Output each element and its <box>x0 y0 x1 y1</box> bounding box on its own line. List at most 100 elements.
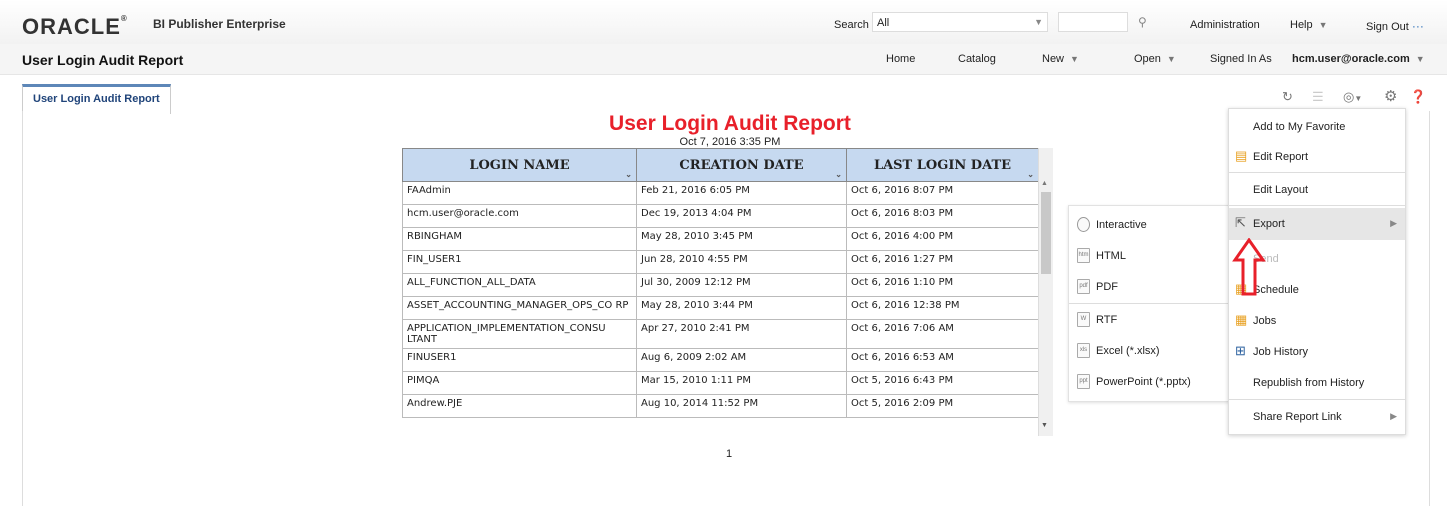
search-scope-select[interactable]: All ▼ <box>872 12 1048 32</box>
menu-item-jobs[interactable]: ▦ Jobs <box>1229 305 1405 335</box>
menu-item-export[interactable]: ⇱ Export ▶ <box>1229 208 1405 240</box>
table-cell: ASSET_ACCOUNTING_MANAGER_OPS_CO RP <box>402 296 637 320</box>
open-label: Open <box>1134 53 1161 65</box>
open-menu[interactable]: Open ▼ <box>1134 53 1176 65</box>
sort-icon[interactable]: ⌄ <box>1027 169 1034 179</box>
menu-item-share-link[interactable]: Share Report Link ▶ <box>1229 401 1405 431</box>
new-label: New <box>1042 53 1065 65</box>
column-header[interactable]: LOGIN NAME ⌄ <box>402 148 637 182</box>
menu-item-edit-report[interactable]: ▤ Edit Report <box>1229 141 1405 171</box>
column-header[interactable]: CREATION DATE ⌄ <box>636 148 847 182</box>
table-cell: Andrew.PJE <box>402 394 637 418</box>
export-powerpoint-label: PowerPoint (*.pptx) <box>1096 376 1191 388</box>
table-row: FAAdmin Feb 21, 2016 6:05 PM Oct 6, 2016 8… <box>402 181 1039 205</box>
oracle-logo[interactable]: ORACLE® <box>22 14 128 40</box>
export-excel-label: Excel (*.xlsx) <box>1096 345 1160 357</box>
export-powerpoint[interactable]: ppt PowerPoint (*.pptx) <box>1069 371 1229 395</box>
sort-icon[interactable]: ⌄ <box>625 169 632 179</box>
user-menu[interactable]: hcm.user@oracle.com ▼ <box>1292 53 1425 65</box>
table-cell: Oct 6, 2016 1:10 PM <box>846 273 1039 297</box>
powerpoint-file-icon: ppt <box>1077 374 1090 389</box>
view-report-icon[interactable]: ◎▼ <box>1343 89 1362 105</box>
submenu-arrow-icon: ▶ <box>1390 218 1397 228</box>
administration-link[interactable]: Administration <box>1190 19 1260 31</box>
refresh-icon[interactable]: ↻ <box>1282 89 1293 105</box>
help-icon[interactable]: ❓ <box>1410 89 1426 105</box>
chevron-down-icon: ▼ <box>1034 17 1043 27</box>
export-html[interactable]: htm HTML <box>1069 245 1229 269</box>
search-icon[interactable]: ⚲ <box>1138 15 1147 29</box>
table-cell: FIN_USER1 <box>402 250 637 274</box>
parameters-icon[interactable]: ☰ <box>1312 89 1324 105</box>
signed-in-label: Signed In As <box>1210 53 1272 65</box>
sub-header: User Login Audit Report Home Catalog New… <box>0 44 1447 75</box>
help-label: Help <box>1290 19 1313 31</box>
scroll-up-icon[interactable]: ▲ <box>1041 180 1048 187</box>
menu-item-label: Add to My Favorite <box>1253 121 1346 133</box>
html-file-icon: htm <box>1077 248 1090 263</box>
sort-icon[interactable]: ⌄ <box>835 169 842 179</box>
table-cell: Dec 19, 2013 4:04 PM <box>636 204 847 228</box>
table-scrollbar[interactable]: ▲ ▼ <box>1038 148 1053 436</box>
menu-item-add-favorite[interactable]: Add to My Favorite <box>1229 111 1405 141</box>
table-cell: hcm.user@oracle.com <box>402 204 637 228</box>
report-table: LOGIN NAME ⌄ CREATION DATE ⌄ LAST LOGIN DA… <box>402 148 1039 418</box>
gear-icon[interactable]: ⚙ <box>1384 87 1397 105</box>
menu-item-edit-layout[interactable]: Edit Layout <box>1229 174 1405 204</box>
search-input[interactable] <box>1058 12 1128 32</box>
tab-user-login-audit-report[interactable]: User Login Audit Report <box>22 84 171 114</box>
export-rtf[interactable]: W RTF <box>1069 309 1229 333</box>
table-row: APPLICATION_IMPLEMENTATION_CONSU LTANT Ap… <box>402 319 1039 349</box>
table-cell: Oct 5, 2016 6:43 PM <box>846 371 1039 395</box>
page-number[interactable]: 1 <box>726 448 732 460</box>
column-header-label: LAST LOGIN DATE <box>873 157 1012 173</box>
product-name: BI Publisher Enterprise <box>153 17 286 31</box>
table-cell: Jun 28, 2010 4:55 PM <box>636 250 847 274</box>
table-header-row: LOGIN NAME ⌄ CREATION DATE ⌄ LAST LOGIN DA… <box>402 148 1039 182</box>
annotation-arrow-icon <box>1232 238 1266 296</box>
table-cell: FINUSER1 <box>402 348 637 372</box>
menu-item-republish[interactable]: Republish from History <box>1229 367 1405 397</box>
table-row: PIMQA Mar 15, 2010 1:11 PM Oct 5, 2016 6:4… <box>402 371 1039 395</box>
export-pdf[interactable]: pdf PDF <box>1069 276 1229 300</box>
table-cell: Feb 21, 2016 6:05 PM <box>636 181 847 205</box>
search-label: Search <box>834 19 869 31</box>
chevron-down-icon: ▼ <box>1415 54 1425 64</box>
report-title: User Login Audit Report <box>609 112 851 135</box>
more-icon[interactable]: ··· <box>1412 19 1424 33</box>
catalog-link[interactable]: Catalog <box>958 53 996 65</box>
table-cell: Oct 5, 2016 2:09 PM <box>846 394 1039 418</box>
column-header[interactable]: LAST LOGIN DATE ⌄ <box>846 148 1039 182</box>
table-row: RBINGHAM May 28, 2010 3:45 PM Oct 6, 2016 … <box>402 227 1039 251</box>
chevron-down-icon: ▼ <box>1166 54 1176 64</box>
table-cell: May 28, 2010 3:44 PM <box>636 296 847 320</box>
sign-out-link[interactable]: Sign Out ··· <box>1366 19 1424 33</box>
column-header-label: LOGIN NAME <box>469 157 570 173</box>
arrow-outline <box>1232 238 1266 296</box>
home-link[interactable]: Home <box>886 53 915 65</box>
menu-item-label: Edit Layout <box>1253 184 1309 196</box>
table-row: hcm.user@oracle.com Dec 19, 2013 4:04 PM O… <box>402 204 1039 228</box>
export-pdf-label: PDF <box>1096 281 1118 293</box>
export-excel[interactable]: xls Excel (*.xlsx) <box>1069 340 1229 364</box>
export-icon: ⇱ <box>1235 215 1246 230</box>
help-menu[interactable]: Help ▼ <box>1290 19 1328 31</box>
interactive-icon <box>1077 217 1090 232</box>
menu-item-label: Edit Report <box>1253 151 1309 163</box>
pdf-file-icon: pdf <box>1077 279 1090 294</box>
menu-item-job-history[interactable]: ⊞ Job History <box>1229 336 1405 366</box>
table-cell: May 28, 2010 3:45 PM <box>636 227 847 251</box>
search-scope-value: All <box>877 17 890 29</box>
menu-divider <box>1229 399 1405 400</box>
scroll-down-icon[interactable]: ▼ <box>1041 422 1048 429</box>
export-interactive[interactable]: Interactive <box>1069 214 1229 238</box>
export-rtf-label: RTF <box>1096 314 1118 326</box>
menu-item-label: Export <box>1253 218 1285 230</box>
table-row: FIN_USER1 Jun 28, 2010 4:55 PM Oct 6, 2016… <box>402 250 1039 274</box>
scroll-thumb[interactable] <box>1041 192 1051 274</box>
report-table-container: LOGIN NAME ⌄ CREATION DATE ⌄ LAST LOGIN DA… <box>402 148 1052 438</box>
jobs-icon: ▦ <box>1235 312 1248 327</box>
new-menu[interactable]: New ▼ <box>1042 53 1079 65</box>
table-cell: Apr 27, 2010 2:41 PM <box>636 319 847 349</box>
top-bar: ORACLE® BI Publisher Enterprise Search A… <box>0 0 1447 44</box>
